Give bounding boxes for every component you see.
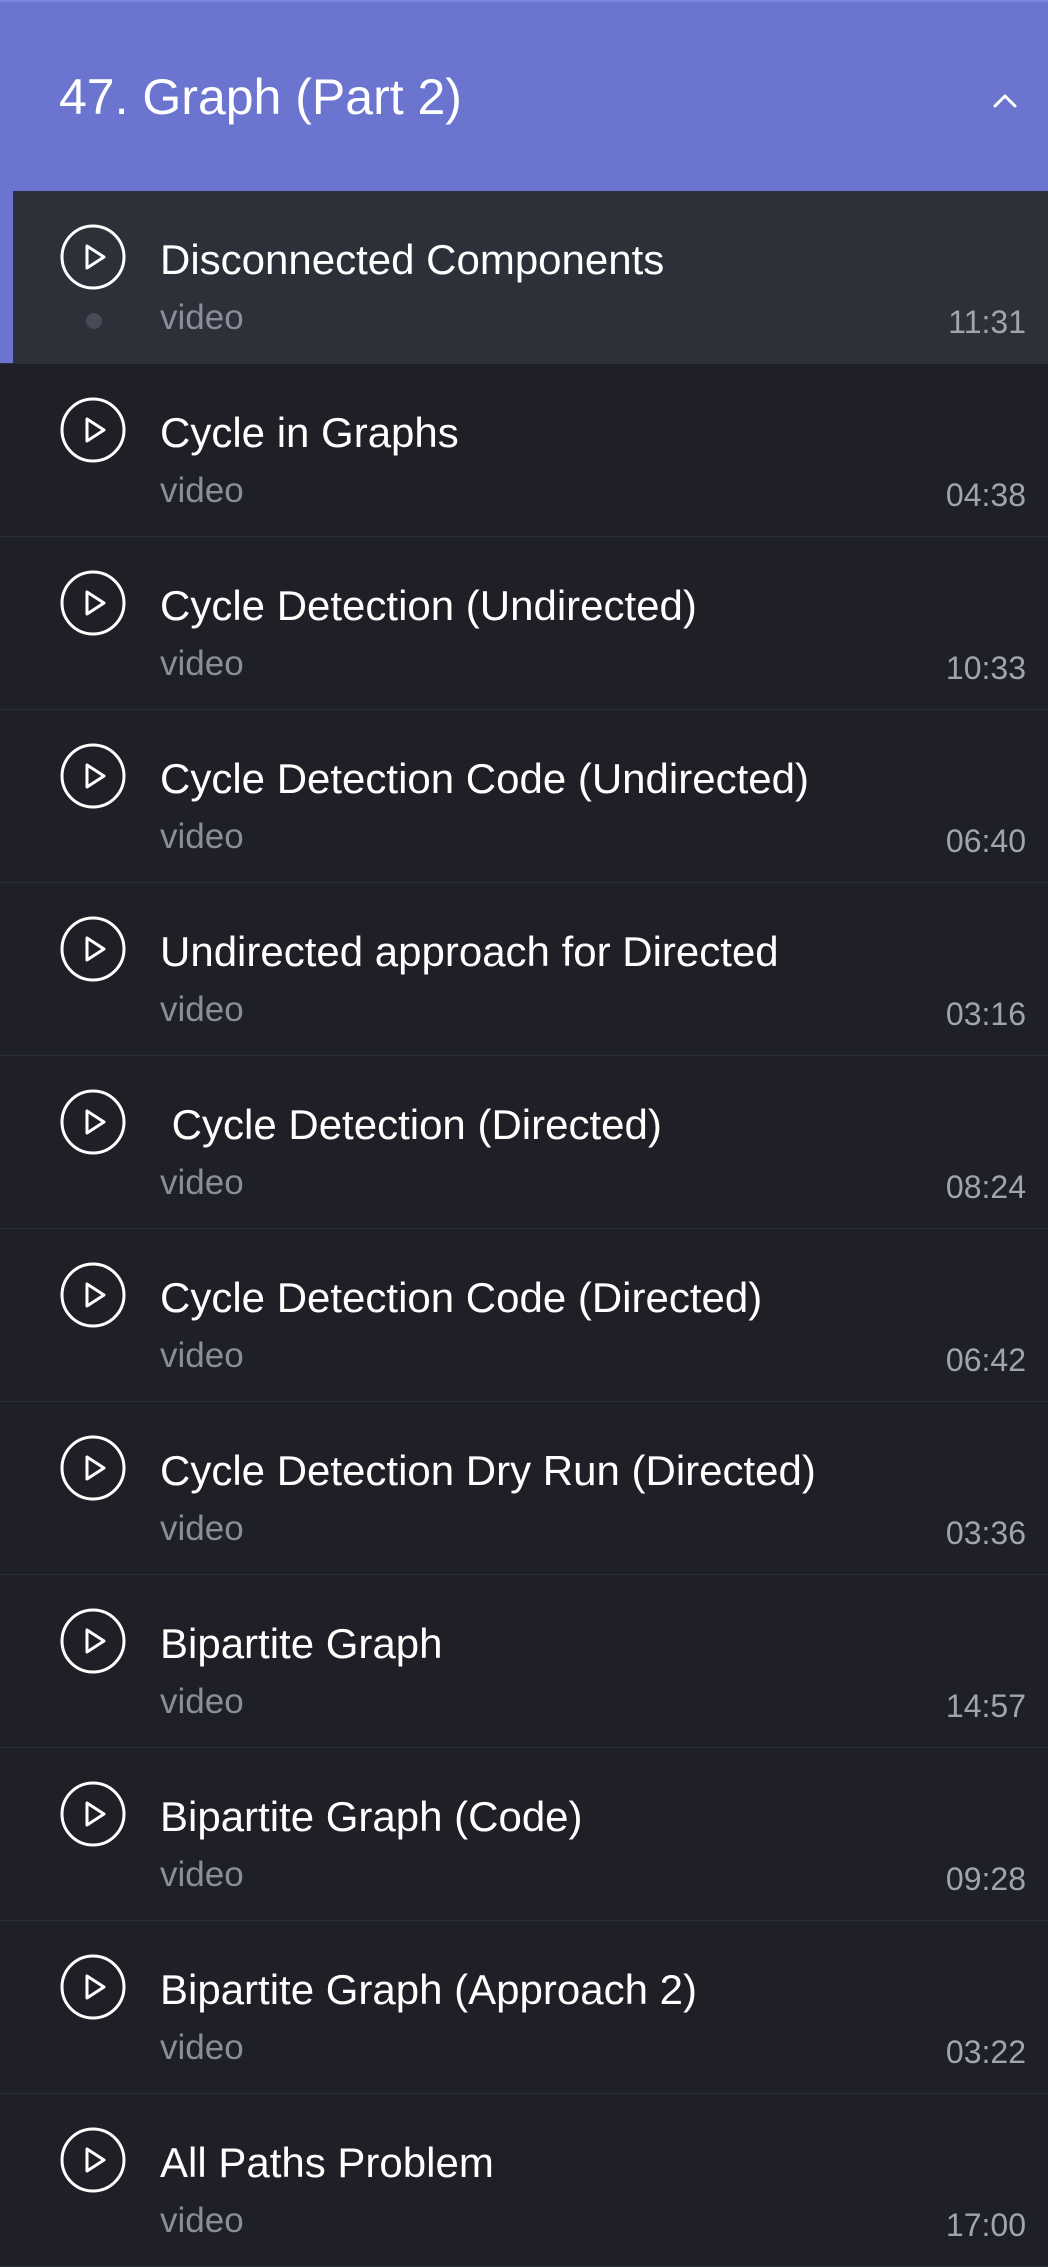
active-indicator (0, 191, 13, 363)
lesson-type: video (160, 1336, 244, 1375)
lesson-item[interactable]: Disconnected Components video 11:31 (0, 191, 1048, 364)
lesson-title: Cycle Detection (Undirected) (160, 582, 697, 629)
play-icon[interactable] (60, 1954, 126, 2020)
progress-dot (86, 313, 102, 329)
lesson-type: video (160, 1509, 244, 1548)
play-icon[interactable] (60, 743, 126, 809)
lesson-type: video (160, 471, 244, 510)
lesson-title: Cycle Detection Code (Directed) (160, 1274, 763, 1321)
play-icon[interactable] (60, 1262, 126, 1328)
lesson-type: video (160, 644, 244, 683)
lesson-duration: 17:00 (945, 2207, 1026, 2243)
lesson-duration: 03:36 (945, 1515, 1026, 1551)
lesson-list: Disconnected Components video 11:31 Cycl… (0, 191, 1048, 2267)
lesson-duration: 08:24 (945, 1169, 1026, 1205)
play-icon[interactable] (60, 570, 126, 636)
lesson-duration: 06:40 (945, 823, 1026, 859)
section-header[interactable]: 47. Graph (Part 2) (0, 0, 1048, 191)
lesson-type: video (160, 2028, 244, 2067)
play-icon[interactable] (60, 916, 126, 982)
lesson-duration: 14:57 (945, 1688, 1026, 1724)
play-icon[interactable] (60, 1608, 126, 1674)
play-icon[interactable] (60, 224, 126, 290)
lesson-item[interactable]: Cycle in Graphs video 04:38 (0, 364, 1048, 537)
lesson-duration: 04:38 (945, 477, 1026, 513)
lesson-item[interactable]: Bipartite Graph video 14:57 (0, 1575, 1048, 1748)
lesson-duration: 10:33 (945, 650, 1026, 686)
lesson-duration: 03:16 (945, 996, 1026, 1032)
lesson-item[interactable]: Bipartite Graph (Code) video 09:28 (0, 1748, 1048, 1921)
lesson-item[interactable]: Bipartite Graph (Approach 2) video 03:22 (0, 1921, 1048, 2094)
lesson-item[interactable]: All Paths Problem video 17:00 (0, 2094, 1048, 2267)
play-icon[interactable] (60, 397, 126, 463)
chevron-up-icon[interactable] (990, 88, 1020, 112)
lesson-title: Disconnected Components (160, 236, 665, 283)
lesson-duration: 06:42 (945, 1342, 1026, 1378)
lesson-title: Bipartite Graph (Code) (160, 1793, 583, 1840)
lesson-item[interactable]: Undirected approach for Directed video 0… (0, 883, 1048, 1056)
lesson-title: Cycle in Graphs (160, 409, 459, 456)
lesson-item[interactable]: Cycle Detection Dry Run (Directed) video… (0, 1402, 1048, 1575)
lesson-type: video (160, 2201, 244, 2240)
play-icon[interactable] (60, 1435, 126, 1501)
lesson-item[interactable]: Cycle Detection Code (Directed) video 06… (0, 1229, 1048, 1402)
lesson-type: video (160, 298, 244, 337)
lesson-title: Bipartite Graph (Approach 2) (160, 1966, 697, 2013)
lesson-duration: 09:28 (945, 1861, 1026, 1897)
lesson-type: video (160, 1682, 244, 1721)
lesson-title: Undirected approach for Directed (160, 928, 779, 975)
lesson-type: video (160, 1163, 244, 1202)
lesson-title: Bipartite Graph (160, 1620, 443, 1667)
lesson-type: video (160, 1855, 244, 1894)
lesson-type: video (160, 990, 244, 1029)
section-title: 47. Graph (Part 2) (59, 69, 462, 125)
lesson-duration: 03:22 (945, 2034, 1026, 2070)
lesson-item[interactable]: Cycle Detection Code (Undirected) video … (0, 710, 1048, 883)
lesson-duration: 11:31 (948, 304, 1026, 340)
lesson-item[interactable]: Cycle Detection (Directed) video 08:24 (0, 1056, 1048, 1229)
play-icon[interactable] (60, 2127, 126, 2193)
lesson-title: Cycle Detection (Directed) (160, 1101, 662, 1148)
play-icon[interactable] (60, 1089, 126, 1155)
lesson-type: video (160, 817, 244, 856)
play-icon[interactable] (60, 1781, 126, 1847)
lesson-item[interactable]: Cycle Detection (Undirected) video 10:33 (0, 537, 1048, 710)
lesson-title: Cycle Detection Dry Run (Directed) (160, 1447, 816, 1494)
lesson-title: All Paths Problem (160, 2139, 494, 2186)
lesson-title: Cycle Detection Code (Undirected) (160, 755, 809, 802)
